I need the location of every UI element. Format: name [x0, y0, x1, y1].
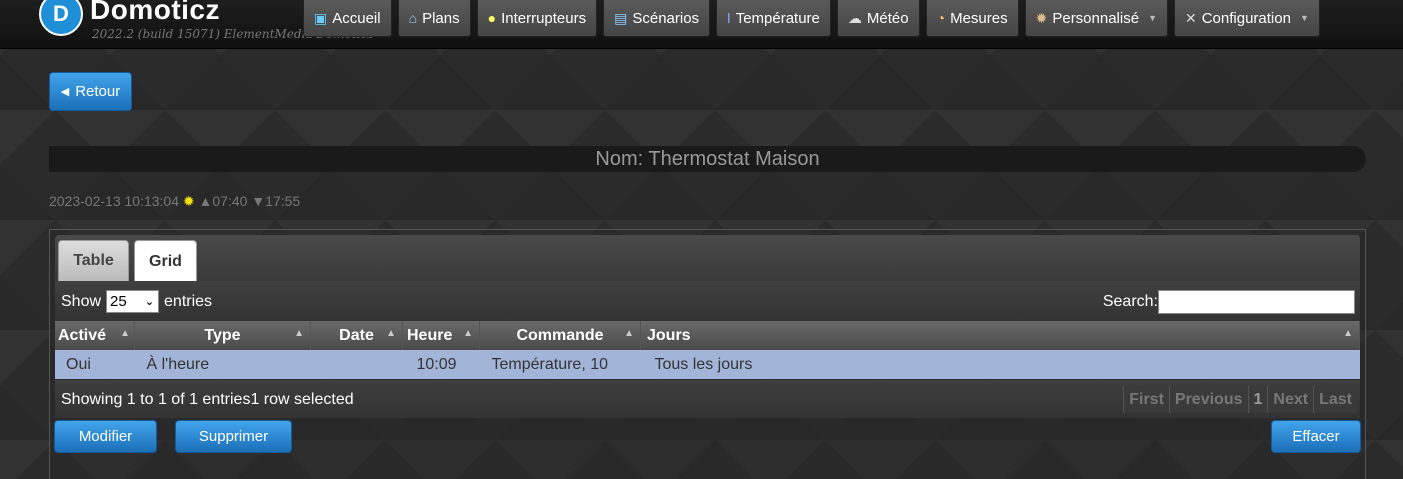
nav-label: Configuration [1201, 9, 1291, 27]
search-input[interactable] [1158, 290, 1355, 314]
sort-icon: ▲ [463, 328, 473, 339]
tab-table[interactable]: Table [58, 240, 129, 281]
entries-length: Show 25 ⌄ entries [61, 290, 212, 313]
table-controls: Show 25 ⌄ entries Search: [55, 281, 1360, 321]
current-datetime: 2023-02-13 10:13:04 [49, 193, 179, 209]
monitor-icon: ▣ [314, 9, 328, 26]
pagination: First Previous 1 Next Last [1123, 386, 1357, 413]
cell-date [310, 350, 403, 379]
column-header-command[interactable]: Commande ▲ [479, 321, 641, 350]
nav-label: Température [735, 9, 820, 27]
nav-label: Mesures [950, 9, 1008, 27]
tab-bar: Table Grid [55, 235, 1360, 282]
gear-icon: ✹ [1035, 9, 1048, 26]
sunset-time: ▼17:55 [251, 193, 301, 209]
table-header-row: Activé ▲ Type ▲ Date ▲ Heure ▲ Commande [55, 321, 1360, 350]
column-label: Activé [58, 326, 107, 344]
entries-select[interactable]: 25 ⌄ [106, 290, 160, 313]
column-label: Type [204, 326, 241, 344]
cell-command: Température, 10 [479, 350, 641, 379]
pager-previous[interactable]: Previous [1168, 386, 1248, 413]
cell-time: 10:09 [402, 350, 480, 379]
cell-type: À l'heure [134, 350, 311, 379]
nav-configuration[interactable]: ✕ Configuration ▼ [1173, 0, 1320, 37]
column-header-time[interactable]: Heure ▲ [402, 321, 480, 350]
table-info: Showing 1 to 1 of 1 entries1 row selecte… [61, 391, 354, 408]
sort-icon: ▲ [120, 328, 130, 339]
column-header-date[interactable]: Date ▲ [310, 321, 403, 350]
nav-label: Plans [422, 9, 460, 27]
nav-label: Interrupteurs [501, 9, 587, 27]
nav-meteo[interactable]: ☁ Météo [836, 0, 920, 37]
rain-cloud-icon: ☁ [847, 9, 862, 26]
entries-select-value: 25 [110, 293, 127, 310]
sunrise-time: ▲07:40 [198, 193, 248, 209]
top-navbar: D Domoticz 2022.2 (build 15071) ElementM… [0, 0, 1403, 49]
pager-last[interactable]: Last [1313, 386, 1357, 413]
show-label: Show [61, 292, 102, 310]
nav-scenarios[interactable]: ▤ Scénarios [603, 0, 711, 37]
column-header-type[interactable]: Type ▲ [134, 321, 311, 350]
back-button[interactable]: ◀ Retour [49, 72, 132, 111]
gauge-icon: ◔ [936, 10, 946, 26]
pager-first[interactable]: First [1123, 386, 1169, 413]
chevron-down-icon: ⌄ [144, 296, 155, 308]
pager-next[interactable]: Next [1267, 386, 1314, 413]
sort-icon: ▲ [1343, 328, 1353, 339]
brand-name[interactable]: Domoticz [90, 0, 220, 26]
nav-personnalise[interactable]: ✹ Personnalisé ▼ [1024, 0, 1168, 37]
sort-icon: ▲ [294, 328, 304, 339]
chevron-down-icon: ▼ [1299, 13, 1309, 23]
table-row[interactable]: Oui À l'heure 10:09 Température, 10 Tous… [55, 350, 1360, 379]
nav-interrupteurs[interactable]: ● Interrupteurs [476, 0, 598, 37]
nav-label: Scénarios [632, 9, 700, 27]
sun-icon: ✹ [182, 193, 195, 209]
cell-active: Oui [55, 350, 135, 379]
column-label: Heure [407, 326, 453, 344]
cell-days: Tous les jours [640, 350, 1360, 379]
nav-label: Personnalisé [1052, 9, 1140, 27]
entries-label: entries [164, 292, 213, 310]
nav-accueil[interactable]: ▣ Accueil [303, 0, 392, 37]
clapperboard-icon: ▤ [614, 9, 628, 26]
table-footer: Showing 1 to 1 of 1 entries1 row selecte… [55, 380, 1360, 418]
house-icon: ⌂ [408, 10, 418, 26]
column-label: Date [339, 326, 374, 344]
column-label: Commande [516, 326, 604, 344]
back-button-label: Retour [75, 83, 121, 100]
timers-table: Activé ▲ Type ▲ Date ▲ Heure ▲ Commande [55, 321, 1360, 379]
lightbulb-icon: ● [487, 10, 497, 26]
column-label: Jours [647, 326, 691, 344]
thermometer-icon: ǀ [727, 10, 731, 26]
search-box: Search: [1103, 290, 1355, 314]
main-menu: ▣ Accueil ⌂ Plans ● Interrupteurs ▤ Scén… [303, 0, 1326, 37]
tab-grid[interactable]: Grid [134, 240, 197, 282]
column-header-days[interactable]: Jours ▲ [640, 321, 1360, 350]
nav-mesures[interactable]: ◔ Mesures [925, 0, 1019, 37]
chevron-left-icon: ◀ [60, 86, 70, 98]
nav-temperature[interactable]: ǀ Température [716, 0, 831, 37]
sun-info: 2023-02-13 10:13:04 ✹ ▲07:40 ▼17:55 [49, 193, 300, 210]
delete-button[interactable]: Supprimer [175, 420, 292, 453]
nav-plans[interactable]: ⌂ Plans [397, 0, 471, 37]
clear-button[interactable]: Effacer [1271, 420, 1361, 453]
sort-icon: ▲ [386, 328, 396, 339]
modify-button[interactable]: Modifier [54, 420, 157, 453]
nav-label: Accueil [332, 9, 381, 27]
search-label: Search: [1102, 293, 1158, 310]
page-title: Nom: Thermostat Maison [49, 146, 1366, 172]
sort-icon: ▲ [624, 328, 634, 339]
domoticz-logo-icon[interactable]: D [39, 0, 83, 36]
tools-icon: ✕ [1184, 9, 1197, 26]
chevron-down-icon: ▼ [1148, 13, 1157, 23]
column-header-active[interactable]: Activé ▲ [55, 321, 135, 350]
pager-page-1[interactable]: 1 [1247, 386, 1268, 413]
nav-label: Météo [866, 9, 909, 27]
